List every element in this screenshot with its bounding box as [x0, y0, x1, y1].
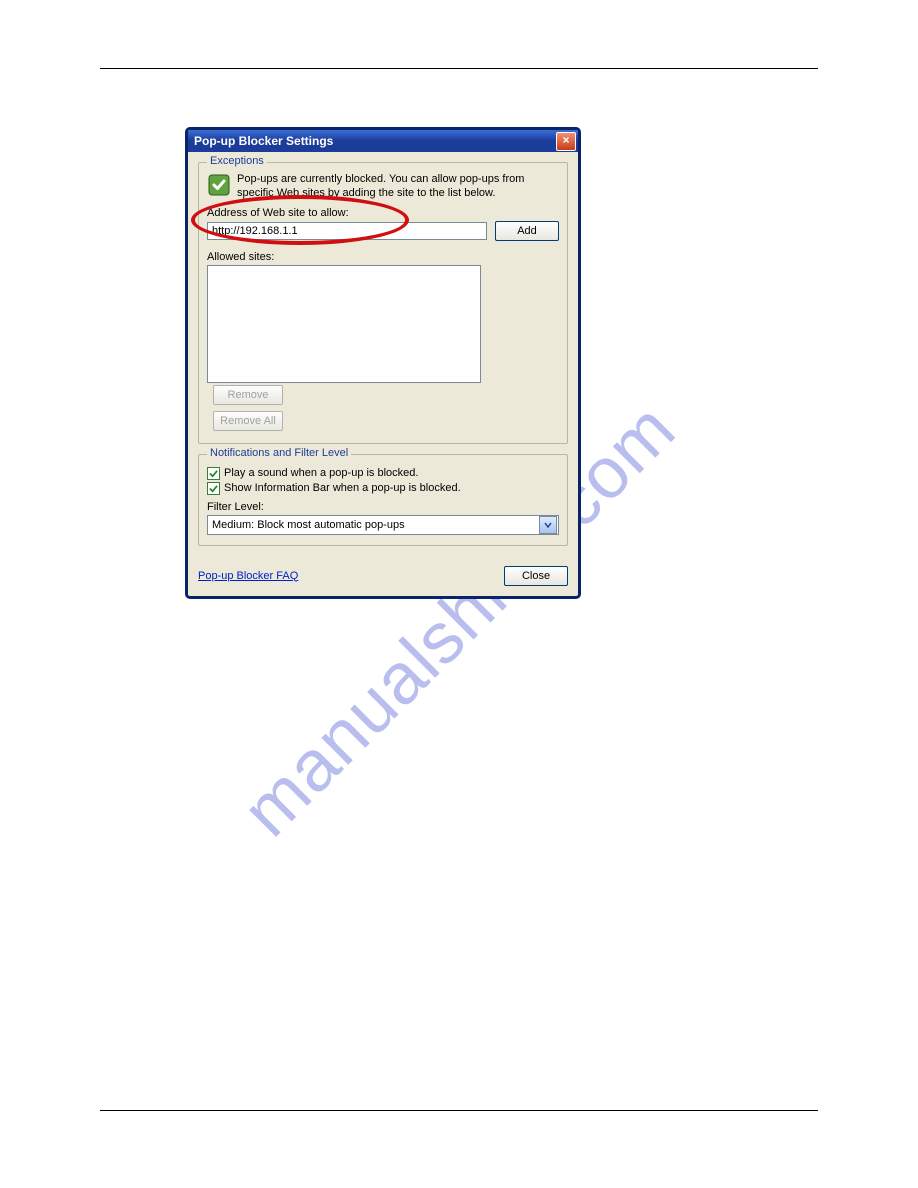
infobar-checkbox-row: Show Information Bar when a pop-up is bl… [207, 482, 559, 495]
info-row: Pop-ups are currently blocked. You can a… [207, 173, 559, 201]
allowed-row: Remove Remove All [207, 263, 559, 431]
filter-level-label: Filter Level: [207, 501, 559, 513]
allowed-sites-listbox[interactable] [207, 265, 481, 383]
titlebar: Pop-up Blocker Settings × [188, 130, 578, 152]
exceptions-group-label: Exceptions [207, 155, 267, 167]
filter-row: Filter Level: Medium: Block most automat… [207, 501, 559, 535]
close-button[interactable]: Close [504, 566, 568, 586]
add-button[interactable]: Add [495, 221, 559, 241]
list-side-buttons: Remove Remove All [213, 385, 283, 431]
chevron-down-icon [539, 516, 557, 534]
exceptions-group: Exceptions Pop-ups are currently blocked… [198, 162, 568, 444]
filter-level-selected: Medium: Block most automatic pop-ups [212, 519, 405, 531]
address-label: Address of Web site to allow: [207, 207, 559, 219]
dialog-body: Exceptions Pop-ups are currently blocked… [188, 152, 578, 566]
shield-checkmark-icon [207, 173, 231, 197]
sound-checkbox[interactable] [207, 467, 220, 480]
info-text: Pop-ups are currently blocked. You can a… [237, 173, 559, 201]
remove-all-button[interactable]: Remove All [213, 411, 283, 431]
remove-button[interactable]: Remove [213, 385, 283, 405]
popup-blocker-faq-link[interactable]: Pop-up Blocker FAQ [198, 570, 298, 582]
dialog-footer: Pop-up Blocker FAQ Close [188, 566, 578, 596]
address-row: Add [207, 221, 559, 241]
sound-checkbox-row: Play a sound when a pop-up is blocked. [207, 467, 559, 480]
sound-checkbox-label: Play a sound when a pop-up is blocked. [224, 467, 418, 479]
notifications-group-label: Notifications and Filter Level [207, 447, 351, 459]
page: manualshive.com Pop-up Blocker Settings … [0, 0, 918, 1188]
infobar-checkbox[interactable] [207, 482, 220, 495]
page-border-bottom [100, 1110, 818, 1111]
filter-level-combobox[interactable]: Medium: Block most automatic pop-ups [207, 515, 559, 535]
infobar-checkbox-label: Show Information Bar when a pop-up is bl… [224, 482, 461, 494]
page-border-top [100, 68, 818, 69]
close-icon[interactable]: × [556, 132, 576, 151]
dialog-title: Pop-up Blocker Settings [194, 134, 556, 148]
allowed-sites-label: Allowed sites: [207, 251, 559, 263]
notifications-group: Notifications and Filter Level Play a so… [198, 454, 568, 546]
address-input[interactable] [207, 222, 487, 240]
popup-blocker-dialog: Pop-up Blocker Settings × Exceptions Pop… [186, 128, 580, 598]
